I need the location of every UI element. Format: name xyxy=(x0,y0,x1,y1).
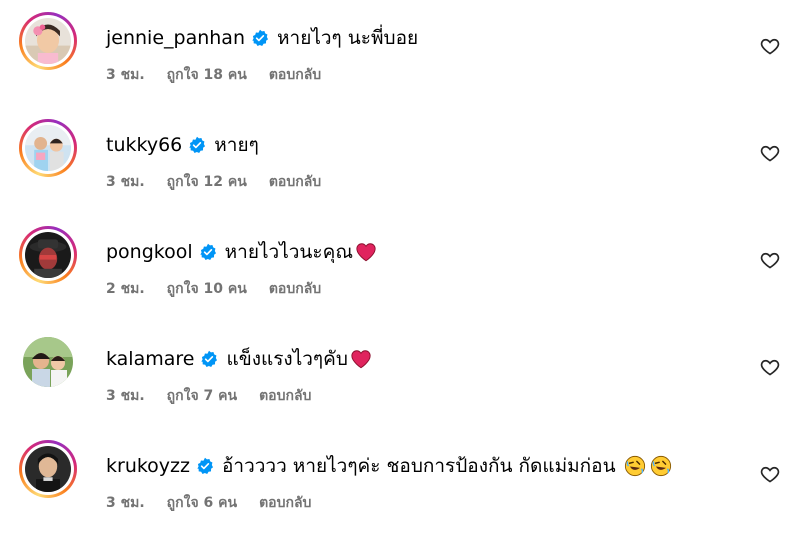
avatar[interactable] xyxy=(23,337,73,387)
avatar-image xyxy=(25,232,71,278)
avatar-story-ring[interactable] xyxy=(19,119,77,177)
comment-timestamp[interactable]: 2 ชม. xyxy=(106,278,145,300)
comment-text: อ้าวววว หายไวๆค่ะ ชอบการป้องกัน กัดแม่มก… xyxy=(222,455,616,477)
like-heart-icon[interactable] xyxy=(760,36,780,56)
username-link[interactable]: tukky66 xyxy=(106,134,182,156)
reply-button[interactable]: ตอบกลับ xyxy=(269,278,321,300)
likes-count-link[interactable]: ถูกใจ 7 คน xyxy=(167,385,237,407)
comment-text: หายไวไวนะคุณ xyxy=(224,241,353,263)
comment-item: krukoyzz อ้าวววว หายไวๆค่ะ ชอบการป้องกัน… xyxy=(0,428,800,536)
like-heart-icon[interactable] xyxy=(760,143,780,163)
comment-item: jennie_panhan หายไวๆ นะพี่บอย 3 ชม. ถูกใ… xyxy=(0,0,800,108)
comment-text: หายๆ xyxy=(214,134,259,156)
likes-count-link[interactable]: ถูกใจ 6 คน xyxy=(167,492,237,514)
avatar[interactable] xyxy=(25,446,71,492)
verified-badge-icon xyxy=(199,243,217,261)
red-heart-emoji-icon xyxy=(355,241,377,263)
avatar-story-ring[interactable] xyxy=(19,226,77,284)
comment-timestamp[interactable]: 3 ชม. xyxy=(106,492,145,514)
likes-count-link[interactable]: ถูกใจ 18 คน xyxy=(167,64,247,86)
comment-timestamp[interactable]: 3 ชม. xyxy=(106,171,145,193)
verified-badge-icon xyxy=(196,457,214,475)
verified-badge-icon xyxy=(188,136,206,154)
comment-item: tukky66 หายๆ 3 ชม. ถูกใจ 12 คน ตอบกลับ xyxy=(0,107,800,215)
reply-button[interactable]: ตอบกลับ xyxy=(259,492,311,514)
username-link[interactable]: kalamare xyxy=(106,348,194,370)
reply-button[interactable]: ตอบกลับ xyxy=(269,64,321,86)
comment-timestamp[interactable]: 3 ชม. xyxy=(106,64,145,86)
like-heart-icon[interactable] xyxy=(760,357,780,377)
username-link[interactable]: jennie_panhan xyxy=(106,27,245,49)
likes-count-link[interactable]: ถูกใจ 10 คน xyxy=(167,278,247,300)
avatar-image xyxy=(25,18,71,64)
username-link[interactable]: krukoyzz xyxy=(106,455,190,477)
like-heart-icon[interactable] xyxy=(760,464,780,484)
avatar[interactable] xyxy=(25,232,71,278)
verified-badge-icon xyxy=(200,350,218,368)
reply-button[interactable]: ตอบกลับ xyxy=(269,171,321,193)
rolling-laughing-emoji-icon xyxy=(650,455,672,477)
avatar-frame[interactable] xyxy=(19,333,77,391)
like-heart-icon[interactable] xyxy=(760,250,780,270)
avatar-story-ring[interactable] xyxy=(19,440,77,498)
username-link[interactable]: pongkool xyxy=(106,241,193,263)
reply-button[interactable]: ตอบกลับ xyxy=(259,385,311,407)
avatar-story-ring[interactable] xyxy=(19,12,77,70)
comment-item: pongkool หายไวไวนะคุณ 2 ชม. ถูกใจ 10 คน … xyxy=(0,214,800,322)
rolling-laughing-emoji-icon xyxy=(624,455,646,477)
avatar[interactable] xyxy=(25,18,71,64)
comment-timestamp[interactable]: 3 ชม. xyxy=(106,385,145,407)
comment-item: kalamare แข็งแรงไวๆคับ 3 ชม. ถูกใจ 7 คน … xyxy=(0,321,800,429)
avatar-image xyxy=(23,337,73,387)
verified-badge-icon xyxy=(251,29,269,47)
comment-text: หายไวๆ นะพี่บอย xyxy=(277,27,419,49)
red-heart-emoji-icon xyxy=(350,348,372,370)
avatar-image xyxy=(25,446,71,492)
avatar[interactable] xyxy=(25,125,71,171)
avatar-image xyxy=(25,125,71,171)
likes-count-link[interactable]: ถูกใจ 12 คน xyxy=(167,171,247,193)
comment-text: แข็งแรงไวๆคับ xyxy=(226,348,348,370)
